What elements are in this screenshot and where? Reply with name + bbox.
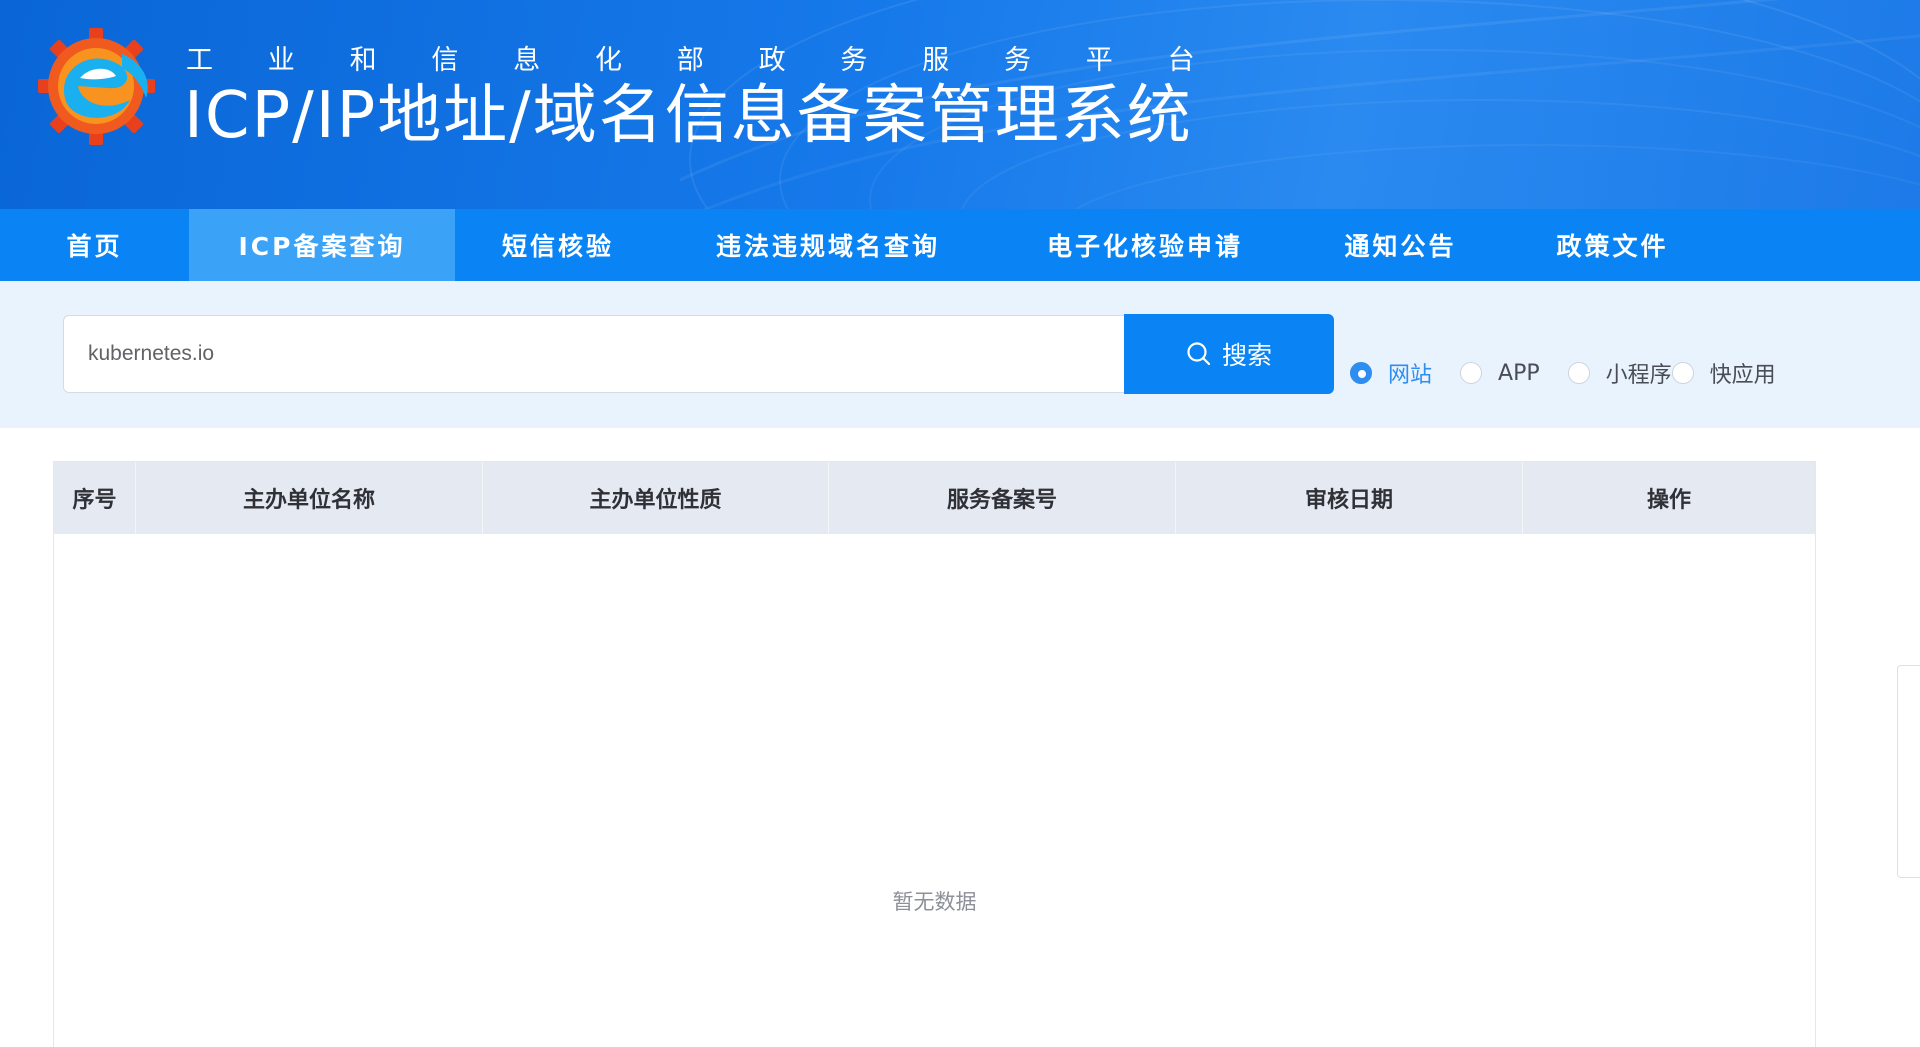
subtitle-char: 信 [431,45,459,76]
search-icon [1187,342,1211,366]
nav-item-home[interactable]: 首页 [0,209,189,281]
column-header-review-date: 审核日期 [1176,462,1523,534]
radio-app[interactable]: APP [1460,357,1540,389]
search-input[interactable] [63,315,1125,393]
subtitle-char: 务 [1003,45,1031,76]
radio-label-quick-app: 快应用 [1709,363,1776,388]
radio-website[interactable]: 网站 [1350,357,1432,389]
radio-label-website: 网站 [1388,363,1433,388]
subtitle-char: 务 [840,45,868,76]
page-title: ICP/IP地址/域名信息备案管理系统 [184,79,1193,153]
subtitle-char: 台 [1167,45,1195,76]
site-header: 工 业 和 信 息 化 部 政 务 服 务 平 台 ICP/IP地址/域名信息备案管理系统 [0,0,1920,209]
radio-label-app: APP [1498,360,1540,386]
column-header-actions: 操作 [1646,488,1691,513]
ministry-subtitle: 工业和信息化部政务服务平台 [186,38,1249,76]
subtitle-char: 业 [267,45,295,76]
radio-circle-quick-app[interactable] [1671,362,1694,384]
column-header-license-number: 服务备案号 [829,462,1176,534]
subtitle-char: 平 [1085,45,1113,76]
radio-circle-app[interactable] [1460,362,1483,384]
nav-item-electronic-verify[interactable]: 电子化核验申请 [995,209,1295,281]
column-header-organizer-type: 主办单位性质 [483,462,829,534]
radio-circle-mini-program[interactable] [1567,362,1590,384]
search-area: 搜索 网站 APP 小程序 快应用 [0,281,1920,428]
nav-item-policy-files[interactable]: 政策文件 [1506,209,1719,281]
nav-item-icp-query[interactable]: ICP备案查询 [189,209,455,281]
nav-item-sms-verify[interactable]: 短信核验 [455,209,661,281]
side-floating-tab[interactable] [1897,665,1920,878]
subtitle-char: 化 [594,45,622,76]
radio-mini-program[interactable]: 小程序 [1567,357,1672,389]
search-button[interactable]: 搜索 [1124,314,1334,394]
radio-quick-app[interactable]: 快应用 [1671,357,1776,389]
e-gear-logo-icon [38,28,155,145]
results-table: 序号 主办单位名称 主办单位性质 服务备案号 审核日期 操作 暂无数据 [53,461,1816,1047]
radio-circle-website[interactable] [1350,362,1372,384]
column-header-index: 序号 [54,462,136,534]
radio-label-mini-program: 小程序 [1605,363,1672,388]
subtitle-char: 工 [186,45,213,76]
main-nav: 首页 ICP备案查询 短信核验 违法违规域名查询 电子化核验申请 通知公告 政策… [0,209,1920,281]
subtitle-char: 部 [676,45,704,76]
nav-item-notices[interactable]: 通知公告 [1295,209,1506,281]
nav-item-illegal-domain-query[interactable]: 违法违规域名查询 [661,209,995,281]
empty-state-text: 暂无数据 [892,890,977,914]
search-type-radio-group: 网站 APP 小程序 快应用 [1350,357,1804,389]
subtitle-char: 和 [349,45,377,76]
subtitle-char: 息 [513,45,541,76]
column-header-organizer-name: 主办单位名称 [136,462,483,534]
subtitle-char: 政 [758,45,786,76]
table-header: 序号 主办单位名称 主办单位性质 服务备案号 审核日期 操作 [54,462,1815,534]
search-button-label: 搜索 [1221,341,1272,370]
subtitle-char: 服 [922,45,950,76]
